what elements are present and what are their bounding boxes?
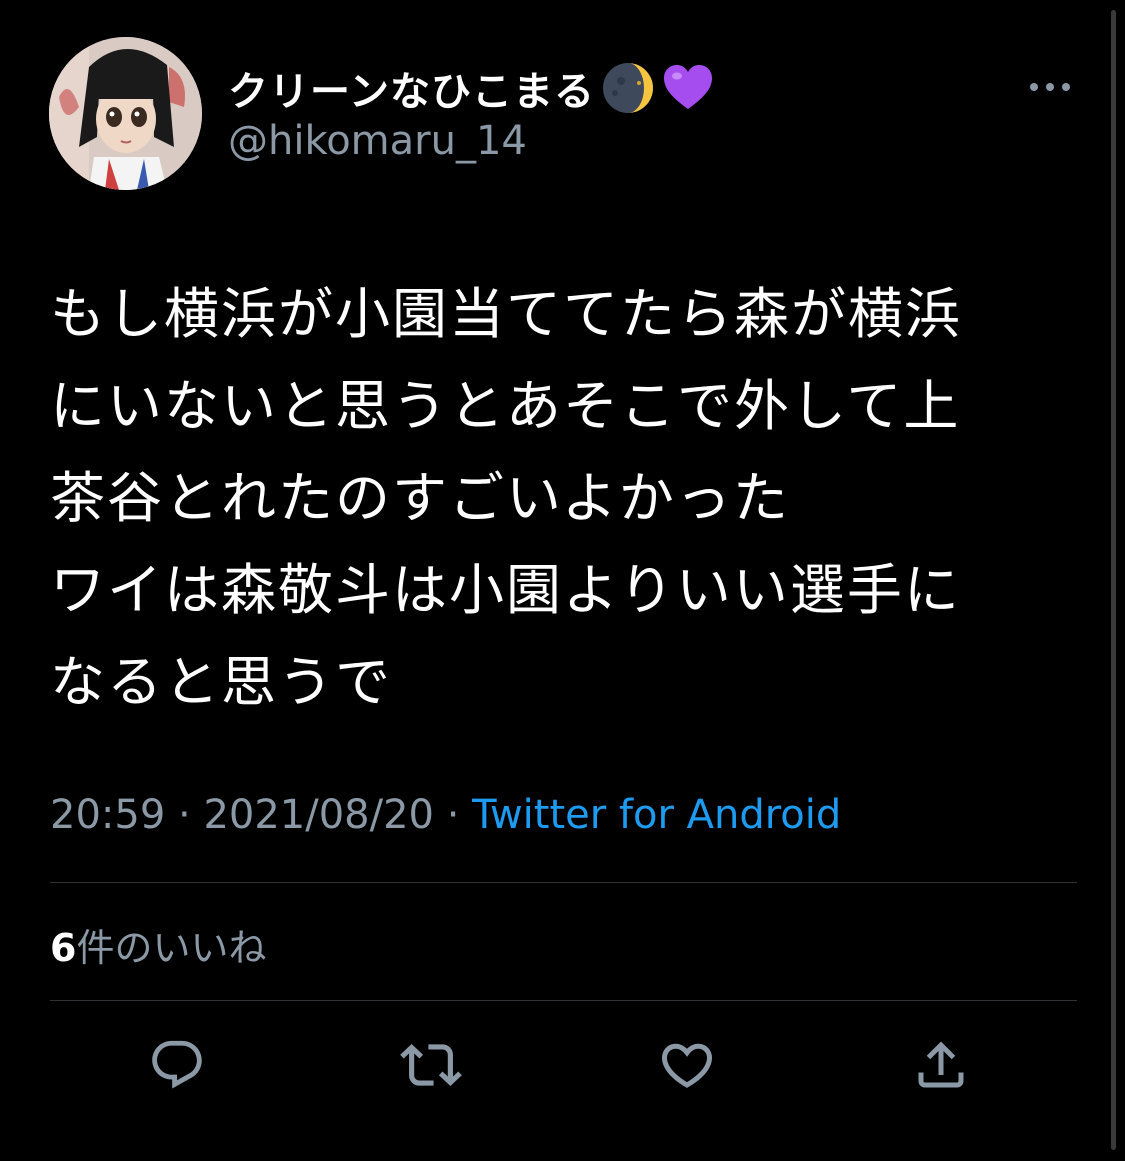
- like-button[interactable]: [652, 1030, 722, 1100]
- display-name[interactable]: クリーンなひこまる: [228, 59, 595, 117]
- user-handle[interactable]: @hikomaru_14: [228, 118, 527, 164]
- retweet-button[interactable]: [396, 1030, 466, 1100]
- retweet-icon: [400, 1044, 462, 1086]
- scrollbar[interactable]: [1111, 10, 1116, 1150]
- likes-summary[interactable]: 6件のいいね: [50, 917, 266, 972]
- divider: [50, 1000, 1077, 1001]
- avatar[interactable]: [49, 37, 202, 190]
- heart-icon: [661, 1043, 713, 1088]
- reply-button[interactable]: [142, 1030, 212, 1100]
- tweet-detail: クリーンなひこまる @hikomaru_14 もし横浜が小園当ててたら森が横浜 …: [0, 0, 1125, 1161]
- tweet-source-link[interactable]: Twitter for Android: [472, 792, 841, 838]
- tweet-metadata: 20:59 · 2021/08/20 · Twitter for Android: [50, 792, 841, 838]
- likes-label: 件のいいね: [76, 926, 267, 970]
- action-bar: [0, 1030, 1125, 1110]
- tweet-time[interactable]: 20:59: [50, 792, 165, 838]
- share-icon: [918, 1041, 964, 1088]
- meta-separator: ·: [446, 792, 460, 838]
- purple-heart-icon: [661, 61, 715, 115]
- more-options-button[interactable]: [1025, 72, 1075, 102]
- more-icon: [1030, 83, 1070, 91]
- likes-count: 6: [50, 926, 77, 970]
- tweet-date[interactable]: 2021/08/20: [203, 792, 434, 838]
- tweet-text: もし横浜が小園当ててたら森が横浜 にいないと思うとあそこで外して上 茶谷とれたの…: [50, 268, 1050, 728]
- tweet-text-line: 茶谷とれたのすごいよかった: [50, 466, 790, 530]
- tweet-text-line: もし横浜が小園当ててたら森が横浜: [50, 282, 963, 346]
- tweet-text-line: ワイは森敬斗は小園よりいい選手に: [50, 558, 961, 622]
- waning-crescent-moon-icon: [601, 61, 655, 115]
- author-name-row[interactable]: クリーンなひこまる: [228, 58, 715, 118]
- reply-icon: [152, 1040, 202, 1089]
- meta-separator: ·: [178, 792, 191, 838]
- tweet-text-line: にいないと思うとあそこで外して上: [50, 374, 961, 438]
- tweet-text-line: なると思うで: [50, 650, 393, 714]
- divider: [50, 882, 1077, 883]
- share-button[interactable]: [906, 1030, 976, 1100]
- avatar-image: [49, 37, 202, 190]
